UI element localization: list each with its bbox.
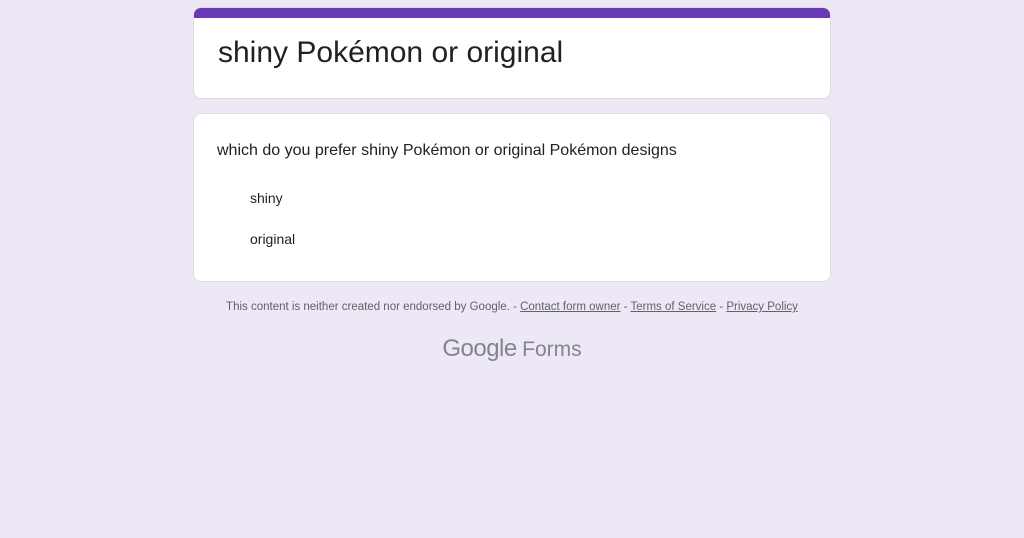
footer-disclaimer: This content is neither created nor endo… xyxy=(0,299,1024,315)
privacy-policy-link[interactable]: Privacy Policy xyxy=(726,301,798,313)
form-header-card: shiny Pokémon or original xyxy=(193,7,831,99)
forms-wordmark: Forms xyxy=(522,338,582,361)
footer-separator: - xyxy=(620,301,631,313)
contact-form-owner-link[interactable]: Contact form owner xyxy=(520,301,620,313)
form-container: shiny Pokémon or original which do you p… xyxy=(193,7,831,282)
question-text: which do you prefer shiny Pokémon or ori… xyxy=(217,142,677,159)
google-wordmark: Google xyxy=(442,335,517,362)
footer-separator: - xyxy=(716,301,727,313)
question-card: which do you prefer shiny Pokémon or ori… xyxy=(193,113,831,282)
form-title: shiny Pokémon or original xyxy=(218,36,564,69)
terms-of-service-link[interactable]: Terms of Service xyxy=(630,301,716,313)
option-original[interactable]: original xyxy=(250,230,295,248)
header-accent-bar xyxy=(194,8,830,18)
google-forms-logo[interactable]: Google Forms xyxy=(0,334,1024,365)
option-shiny[interactable]: shiny xyxy=(250,189,283,207)
disclaimer-text: This content is neither created nor endo… xyxy=(226,301,521,313)
